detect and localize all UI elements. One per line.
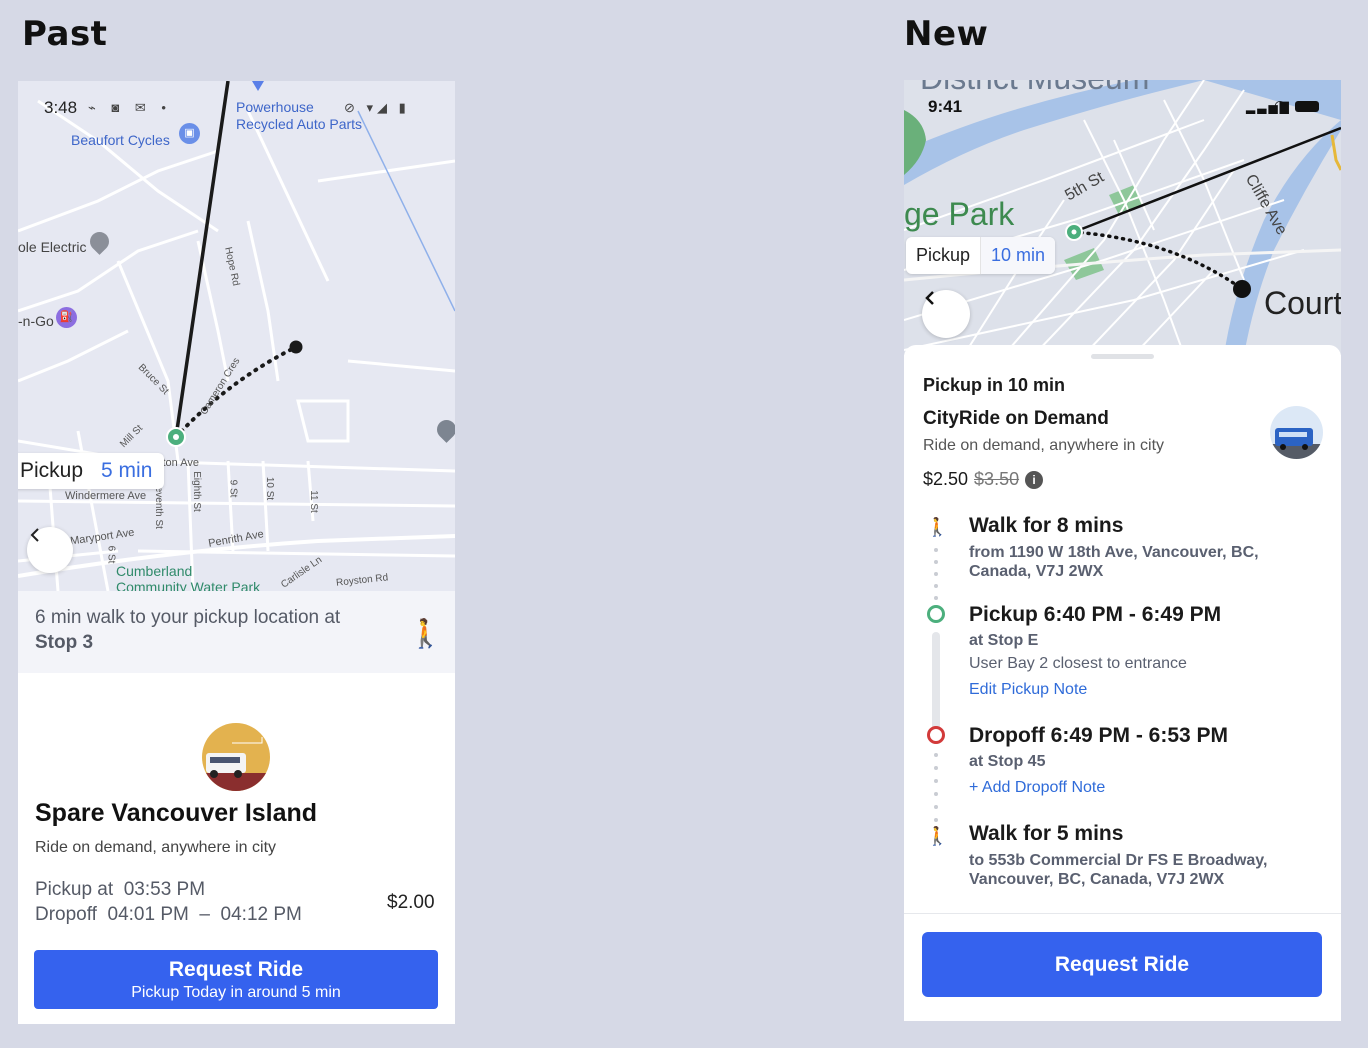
current-price: $2.50 [923,469,969,489]
map-label-11st: 11 St [307,490,319,513]
map-label-cumberland: Cumberland [116,563,193,579]
walk1-address: from 1190 W 18th Ave, Vancouver, BC, Can… [969,544,1259,580]
wifi-icon: ◠ [1274,97,1287,113]
map-label-10st: 10 St [264,476,276,501]
new-map-label-court: Court [1264,285,1341,321]
shop-pin-icon: ▣ [179,123,200,144]
pickup-stop: at Stop E [969,632,1039,649]
service-desc: Ride on demand, anywhere in city [923,437,1165,454]
walk-banner-text: 6 min walk to your pickup location at [35,607,341,628]
past-map[interactable]: 3:48 ⌁ ◙ ✉ • ⊘ ▾◢ ▮ Powerhouse Recycled … [18,81,455,591]
service-logo [202,723,270,791]
request-ride-subtitle: Pickup Today in around 5 min [131,983,341,1001]
walk2-address: to 553b Commercial Dr FS E Broadway, Van… [969,852,1268,888]
gas-pin-icon: ⛽ [56,307,77,328]
service-desc: Ride on demand, anywhere in city [35,839,277,856]
past-back-button[interactable] [27,527,73,573]
new-request-ride-button[interactable]: Request Ride [922,932,1322,997]
dropoff-time: Dropoff 04:01 PM – 04:12 PM [35,904,302,925]
service-name: CityRide on Demand [923,408,1109,429]
fare-price: $2.00 [387,892,435,913]
request-ride-label: Request Ride [1054,952,1190,976]
sheet-divider [904,913,1341,914]
walk-start-icon: 🚶 [926,517,949,537]
past-battery-icons: ⊘ ▾◢ ▮ [344,100,410,115]
past-walk-banner: 6 min walk to your pickup location at St… [18,591,455,673]
bus-illustration-icon [202,737,270,791]
add-dropoff-note-link[interactable]: + Add Dropoff Note [969,779,1105,797]
map-label-windermere: Windermere Ave [65,490,147,502]
map-label-eighth: Eighth St [190,471,202,512]
pickup-marker-icon [927,605,945,623]
bottom-sheet: Pickup in 10 min CityRide on Demand Ride… [904,345,1341,1021]
pickup-note: User Bay 2 closest to entrance [969,655,1187,672]
chevron-left-icon [925,291,934,305]
pickup-title: Pickup 6:40 PM - 6:49 PM [969,603,1222,626]
original-price: $3.50 [974,469,1020,489]
new-map-label-museum: District Museum [920,80,1149,97]
map-label-ngo: -n-Go [18,313,54,329]
map-label-electric: ole Electric [18,239,87,255]
price-row: $2.50 $3.50 i [923,469,1044,490]
dropoff-marker-icon [927,726,945,744]
map-label-6st: 6 St [105,545,117,564]
edit-pickup-note-link[interactable]: Edit Pickup Note [969,681,1087,699]
map-label-9st: 9 St [227,479,239,498]
walk2-title: Walk for 5 mins [969,822,1124,845]
pickup-in-title: Pickup in 10 min [923,375,1066,395]
new-map[interactable]: District Museum 9:41 ▂▃▅▇ ◠ ge Park 5th … [904,80,1341,355]
walking-person-icon: 🚶 [408,618,443,649]
pickup-pill-label: Pickup [20,459,84,482]
past-request-ride-button[interactable]: Request Ride Pickup Today in around 5 mi… [34,950,438,1009]
map-label-cumberland-park: Community Water Park [116,579,261,591]
bus-illustration-icon [1270,428,1323,459]
pickup-pill-value: 10 min [981,237,1056,274]
request-ride-label: Request Ride [168,957,304,981]
past-pickup-pill: Pickup 5 min [18,453,165,489]
walk-end-icon: 🚶 [926,826,949,846]
battery-icon [1295,101,1319,112]
new-pickup-pill: Pickup 10 min [906,237,1056,274]
pickup-pill-label: Pickup [906,237,982,274]
pickup-time: Pickup at 03:53 PM [35,879,206,900]
new-back-button[interactable] [922,290,970,338]
sheet-drag-handle[interactable] [1091,354,1154,359]
info-icon[interactable]: i [1025,470,1044,489]
past-status-icons: ⌁ ◙ ✉ • [88,100,172,115]
map-label-recycled: Recycled Auto Parts [236,116,363,132]
walk-banner-stop: Stop 3 [35,632,94,653]
map-label-powerhouse: Powerhouse [236,99,314,115]
new-heading: New [904,14,989,54]
new-phone-screen: District Museum 9:41 ▂▃▅▇ ◠ ge Park 5th … [904,80,1341,1021]
map-label-beaufort: Beaufort Cycles [71,132,170,148]
chevron-left-icon [30,528,39,542]
past-map-roads [18,81,455,591]
service-logo [1270,406,1323,459]
service-name: Spare Vancouver Island [35,799,318,827]
pickup-pill-value: 5 min [101,459,153,482]
walk1-title: Walk for 8 mins [969,514,1124,537]
dropoff-stop: at Stop 45 [969,753,1046,770]
new-status-time: 9:41 [928,97,963,116]
past-status-time: 3:48 [44,98,78,117]
past-phone-screen: 3:48 ⌁ ◙ ✉ • ⊘ ▾◢ ▮ Powerhouse Recycled … [18,81,455,1024]
new-map-label-park: ge Park [904,196,1015,232]
past-heading: Past [22,14,108,54]
dropoff-title: Dropoff 6:49 PM - 6:53 PM [969,724,1229,747]
